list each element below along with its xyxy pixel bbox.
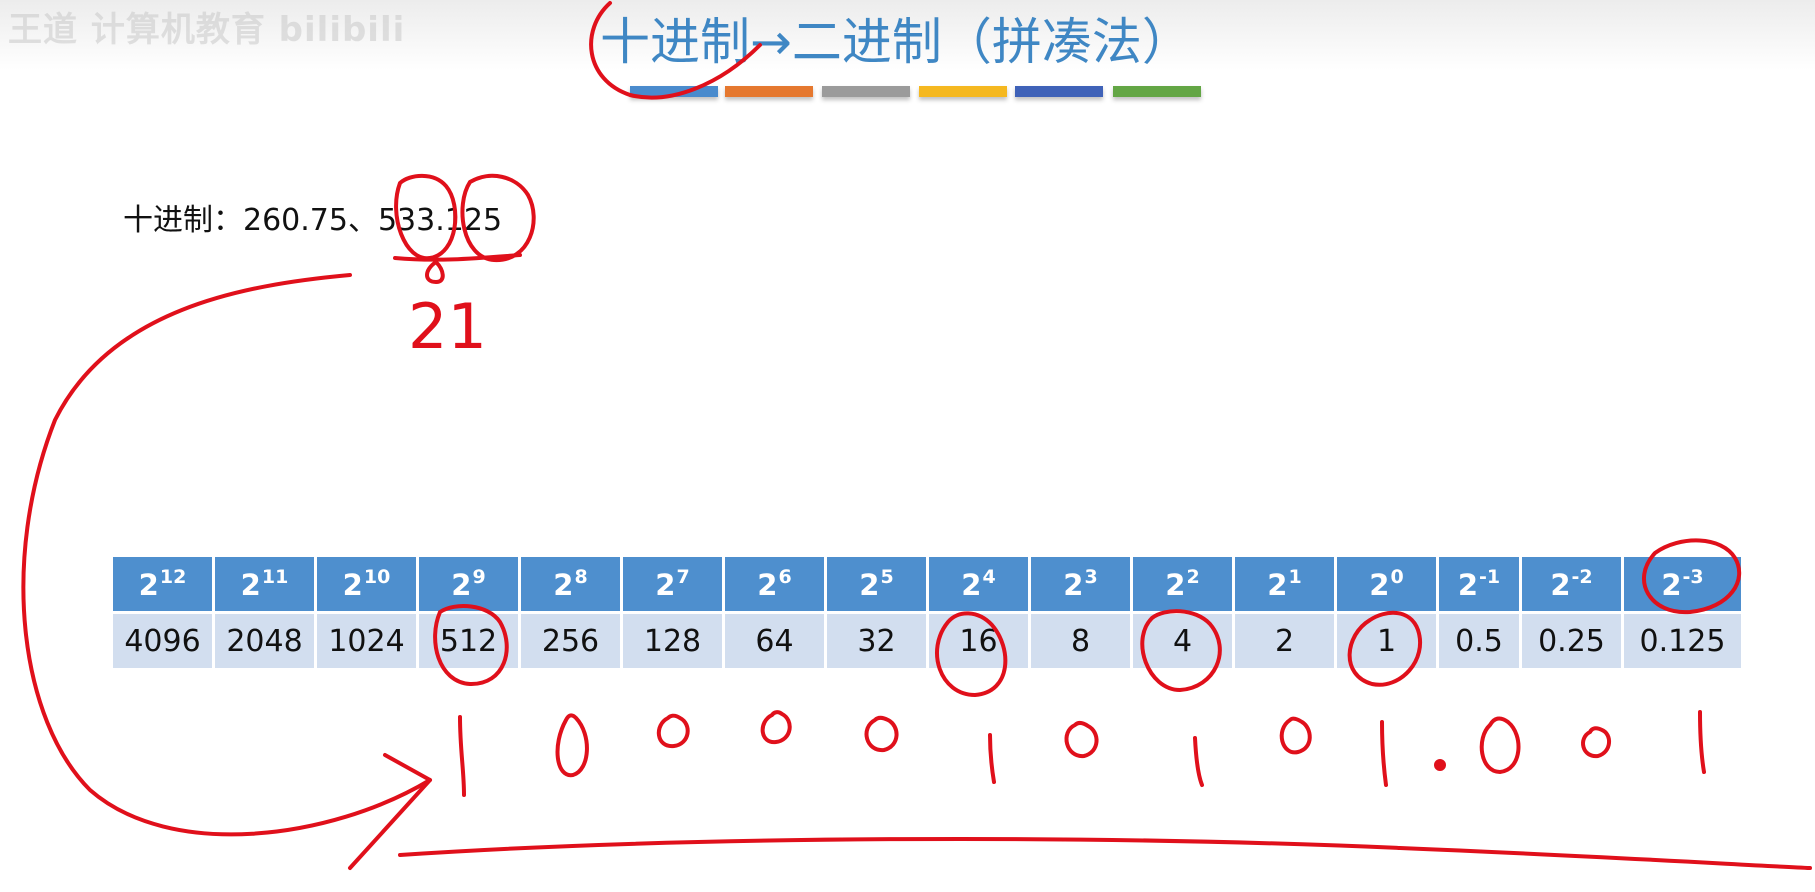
exponent: 3 (1084, 566, 1098, 588)
value-cell: 64 (725, 614, 824, 668)
digit-1 (1380, 720, 1388, 787)
digit-0 (1279, 716, 1312, 755)
digit-0 (1479, 716, 1521, 774)
exponent: 0 (1390, 566, 1404, 588)
digit-1 (1193, 736, 1204, 787)
value-cell: 32 (827, 614, 926, 668)
digit-1 (1698, 710, 1706, 774)
digit-0 (760, 710, 792, 745)
digit-1 (458, 715, 466, 797)
power-cell: 27 (623, 557, 722, 611)
value-cell: 1 (1337, 614, 1436, 668)
value-cell: 0.125 (1624, 614, 1741, 668)
color-bar-gray (822, 86, 910, 97)
power-cell: 212 (113, 557, 212, 611)
arrowhead (348, 753, 432, 870)
exponent: -3 (1682, 566, 1704, 588)
digit-0 (1064, 720, 1099, 758)
value-row: 4096 2048 1024 512 256 128 64 32 16 8 4 … (113, 614, 1741, 668)
value-cell: 2 (1235, 614, 1334, 668)
power-cell: 211 (215, 557, 314, 611)
value-cell: 256 (521, 614, 620, 668)
divider-stroke (425, 260, 445, 284)
exponent: 7 (676, 566, 690, 588)
power-cell: 2-3 (1624, 557, 1741, 611)
color-bar-green (1113, 86, 1201, 97)
color-bar-blue (630, 86, 718, 97)
color-bar-yellow (919, 86, 1007, 97)
underline-ink (393, 253, 522, 262)
value-cell: 4096 (113, 614, 212, 668)
digit-0 (864, 715, 899, 753)
exponent: 6 (778, 566, 792, 588)
color-bar-darkblue (1015, 86, 1103, 97)
watermark-logo: 王道 计算机教育 bilibili (8, 10, 406, 50)
power-cell: 2-2 (1522, 557, 1621, 611)
slide-title: 十进制→二进制（拼凑法） (600, 13, 1192, 71)
value-cell: 512 (419, 614, 518, 668)
value-cell: 2048 (215, 614, 314, 668)
exponent: 9 (472, 566, 486, 588)
exponent: -1 (1479, 566, 1501, 588)
digit-0 (1581, 726, 1611, 759)
exponent: 12 (159, 566, 187, 588)
powers-of-two-table: 212 211 210 29 28 27 26 25 24 23 22 21 2… (110, 557, 1744, 668)
binary-point (1434, 759, 1446, 771)
power-cell: 23 (1031, 557, 1130, 611)
value-cell: 0.5 (1439, 614, 1519, 668)
result-underline (398, 836, 1812, 870)
decimal-numbers-line: 十进制：260.75、533.125 (123, 203, 503, 238)
value-cell: 4 (1133, 614, 1232, 668)
exponent: 5 (880, 566, 894, 588)
digit-1 (988, 733, 996, 784)
power-cell: 20 (1337, 557, 1436, 611)
power-cell: 21 (1235, 557, 1334, 611)
exponent-row: 212 211 210 29 28 27 26 25 24 23 22 21 2… (113, 557, 1741, 611)
exponent: 2 (1186, 566, 1200, 588)
power-cell: 28 (521, 557, 620, 611)
exponent: 11 (261, 566, 289, 588)
color-bar-orange (725, 86, 813, 97)
power-cell: 29 (419, 557, 518, 611)
handwritten-remainder: 21 (408, 290, 487, 363)
handwritten-annotations: 21 (21, 1, 1812, 870)
exponent: 8 (574, 566, 588, 588)
digit-0 (555, 713, 589, 778)
exponent: 1 (1288, 566, 1302, 588)
power-cell: 26 (725, 557, 824, 611)
power-cell: 22 (1133, 557, 1232, 611)
value-cell: 8 (1031, 614, 1130, 668)
exponent: -2 (1571, 566, 1593, 588)
value-cell: 16 (929, 614, 1028, 668)
digit-0 (657, 713, 690, 749)
power-cell: 24 (929, 557, 1028, 611)
exponent: 10 (363, 566, 391, 588)
power-cell: 2-1 (1439, 557, 1519, 611)
exponent: 4 (982, 566, 996, 588)
value-cell: 128 (623, 614, 722, 668)
power-cell: 210 (317, 557, 416, 611)
value-cell: 1024 (317, 614, 416, 668)
curved-arrow (21, 273, 432, 837)
value-cell: 0.25 (1522, 614, 1621, 668)
power-cell: 25 (827, 557, 926, 611)
